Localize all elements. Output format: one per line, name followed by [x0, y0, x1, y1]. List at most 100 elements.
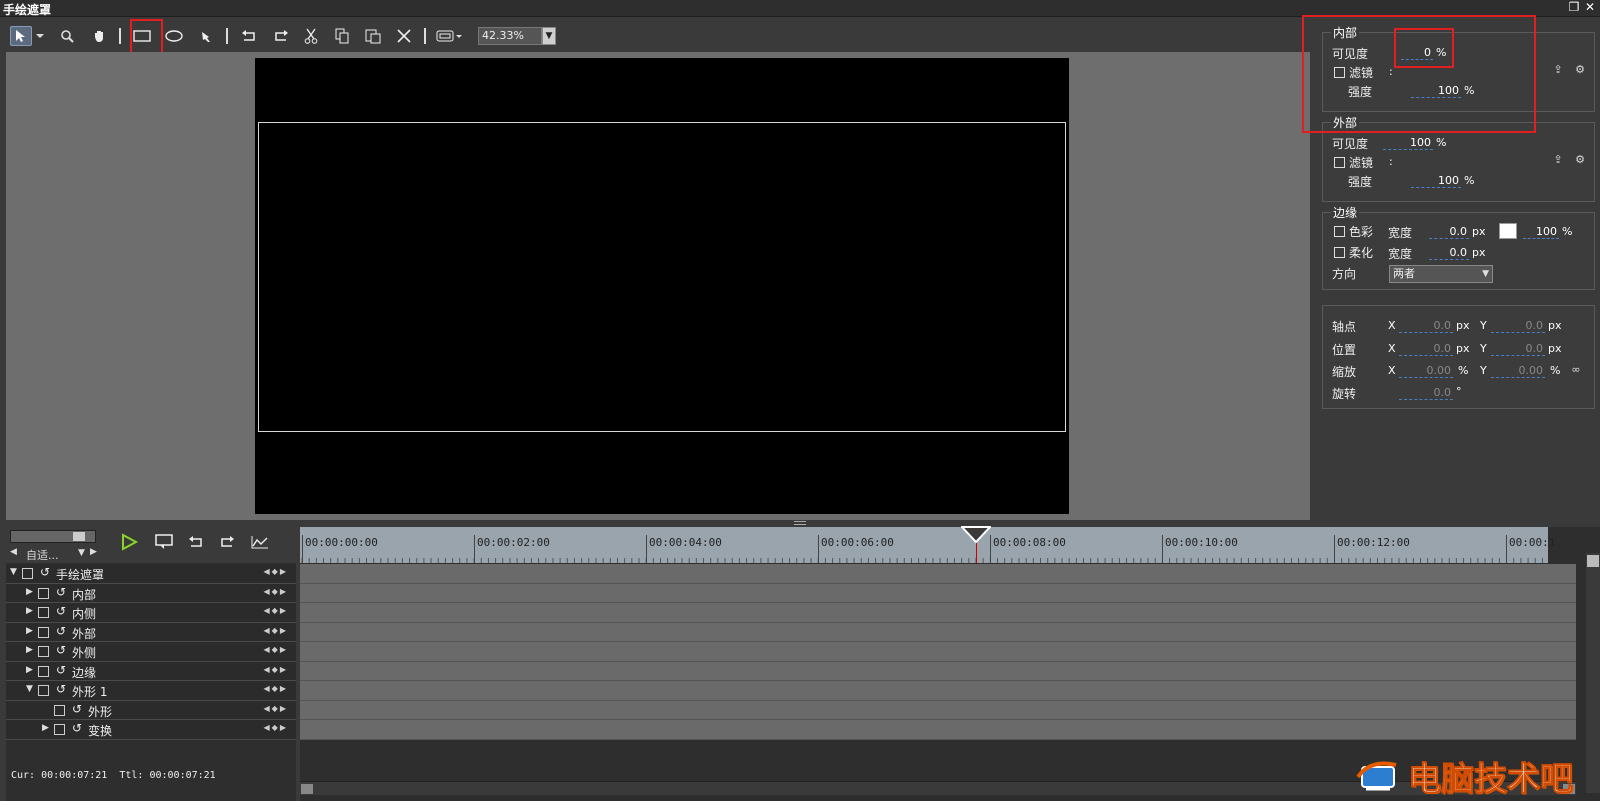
- preview-canvas[interactable]: [255, 58, 1069, 514]
- keyframe-lane[interactable]: [300, 564, 1576, 584]
- reset-icon[interactable]: ↺: [72, 702, 82, 716]
- chevron-down-icon[interactable]: [34, 26, 46, 46]
- track-row[interactable]: ↺ 外形 ◀◆▶: [6, 700, 296, 720]
- track-row[interactable]: ▶ ↺ 内侧 ◀◆▶: [6, 603, 296, 623]
- view-mode-icon[interactable]: [434, 26, 464, 46]
- scroll-left-button[interactable]: [301, 784, 313, 794]
- expand-right-icon[interactable]: ▶: [26, 665, 33, 675]
- scale-x-value[interactable]: 0.00: [1399, 364, 1453, 378]
- copy-icon[interactable]: [331, 26, 353, 46]
- splitter-grip[interactable]: [794, 521, 806, 525]
- position-y-value[interactable]: 0.0: [1491, 342, 1545, 356]
- edge-direction-select[interactable]: 两者 ▼: [1389, 265, 1493, 283]
- keyframe-nav-icon[interactable]: ◀◆▶: [264, 587, 288, 596]
- redo-icon[interactable]: [270, 26, 292, 46]
- track-checkbox[interactable]: [38, 665, 49, 677]
- edge-color-checkbox[interactable]: [1334, 226, 1345, 237]
- edge-opacity-value[interactable]: 100: [1523, 225, 1559, 239]
- keyframe-lane[interactable]: [300, 622, 1576, 642]
- keyframe-nav-icon[interactable]: ◀◆▶: [264, 567, 288, 576]
- keyframe-nav-icon[interactable]: ◀◆▶: [264, 665, 288, 674]
- time-ruler[interactable]: 00:00:00:00 00:00:02:00 00:00:04:00 00:00:0…: [300, 527, 1555, 563]
- reset-icon[interactable]: ↺: [56, 624, 66, 638]
- vertical-scrollbar[interactable]: [1586, 553, 1600, 793]
- position-x-value[interactable]: 0.0: [1399, 342, 1453, 356]
- mask-rectangle-shape[interactable]: [258, 122, 1066, 432]
- track-checkbox[interactable]: [38, 607, 49, 618]
- rectangle-icon[interactable]: [131, 26, 153, 46]
- edge-soft-checkbox[interactable]: [1334, 247, 1345, 258]
- preview-icon[interactable]: [153, 532, 175, 552]
- track-checkbox[interactable]: [54, 724, 65, 735]
- keyframe-nav-icon[interactable]: ◀◆▶: [264, 704, 288, 713]
- track-checkbox[interactable]: [38, 646, 49, 657]
- cut-icon[interactable]: [300, 26, 322, 46]
- zoom-mode-select[interactable]: ◀ 自适... ▼ ▶: [10, 547, 97, 562]
- keyframe-nav-icon[interactable]: ◀◆▶: [264, 684, 288, 693]
- track-row[interactable]: ▶ ↺ 变换 ◀◆▶: [6, 720, 296, 740]
- chevron-left-icon[interactable]: ◀: [10, 547, 17, 557]
- outer-visibility-value[interactable]: 100: [1383, 136, 1433, 150]
- expand-right-icon[interactable]: ▶: [26, 587, 33, 597]
- export-icon[interactable]: ⇪: [1551, 63, 1565, 77]
- close-icon[interactable]: ✕: [1584, 0, 1596, 14]
- paste-icon[interactable]: [362, 26, 384, 46]
- redo-icon[interactable]: [216, 532, 238, 552]
- export-icon[interactable]: ⇪: [1551, 153, 1565, 167]
- keyframe-lane[interactable]: [300, 583, 1576, 603]
- keyframe-lane[interactable]: [300, 661, 1576, 681]
- zoom-level-input[interactable]: 42.33%: [478, 27, 542, 45]
- chevron-right-icon[interactable]: ▶: [90, 547, 97, 557]
- hand-icon[interactable]: [88, 26, 110, 46]
- expand-down-icon[interactable]: ▼: [26, 684, 33, 694]
- reset-icon[interactable]: ↺: [40, 565, 50, 579]
- undo-icon[interactable]: [185, 532, 207, 552]
- track-checkbox[interactable]: [38, 626, 49, 638]
- chevron-down-icon[interactable]: ▼: [78, 548, 85, 558]
- track-checkbox[interactable]: [38, 587, 49, 599]
- graph-icon[interactable]: [249, 532, 271, 552]
- track-row[interactable]: ▼ ↺ 外形 1 ◀◆▶: [6, 681, 296, 701]
- slider-thumb[interactable]: [73, 532, 85, 541]
- keyframe-lane[interactable]: [300, 720, 1576, 740]
- inner-strength-value[interactable]: 100: [1411, 84, 1461, 98]
- track-checkbox[interactable]: [54, 704, 65, 716]
- select-arrow-icon[interactable]: [10, 26, 32, 46]
- ellipse-icon[interactable]: [163, 26, 185, 46]
- keyframe-lane[interactable]: [300, 700, 1576, 720]
- track-row[interactable]: ▶ ↺ 外部 ◀◆▶: [6, 622, 296, 642]
- playhead-marker-icon[interactable]: [961, 526, 991, 544]
- expand-right-icon[interactable]: ▶: [26, 626, 33, 636]
- zoom-icon[interactable]: [56, 26, 78, 46]
- delete-icon[interactable]: [393, 26, 415, 46]
- timeline-zoom-slider[interactable]: [10, 530, 96, 543]
- keyframe-lanes[interactable]: [300, 564, 1576, 740]
- track-row[interactable]: ▼ ↺ 手绘遮罩 ◀◆▶: [6, 564, 296, 584]
- scroll-up-button[interactable]: [1587, 555, 1599, 567]
- reset-icon[interactable]: ↺: [56, 585, 66, 599]
- track-row[interactable]: ▶ ↺ 内部 ◀◆▶: [6, 583, 296, 603]
- anchor-y-value[interactable]: 0.0: [1491, 319, 1545, 333]
- settings-icon[interactable]: ⚙: [1573, 153, 1587, 167]
- panel-splitter[interactable]: [0, 520, 1600, 527]
- keyframe-nav-icon[interactable]: ◀◆▶: [264, 723, 288, 732]
- reset-icon[interactable]: ↺: [56, 682, 66, 696]
- keyframe-lane[interactable]: [300, 603, 1576, 623]
- edge-color-swatch[interactable]: [1499, 223, 1517, 239]
- keyframe-lane[interactable]: [300, 642, 1576, 662]
- track-checkbox[interactable]: [38, 685, 49, 696]
- scale-y-value[interactable]: 0.00: [1491, 364, 1545, 378]
- expand-down-icon[interactable]: ▼: [10, 567, 17, 577]
- link-icon[interactable]: ∞: [1567, 363, 1585, 377]
- reset-icon[interactable]: ↺: [56, 604, 66, 618]
- zoom-dropdown-button[interactable]: ▼: [542, 27, 556, 45]
- keyframe-nav-icon[interactable]: ◀◆▶: [264, 606, 288, 615]
- settings-icon[interactable]: ⚙: [1573, 63, 1587, 77]
- play-icon[interactable]: [118, 532, 140, 552]
- preview-viewer[interactable]: [6, 52, 1310, 520]
- expand-right-icon[interactable]: ▶: [42, 723, 49, 733]
- outer-filter-checkbox[interactable]: [1334, 157, 1345, 168]
- restore-icon[interactable]: ❐: [1568, 0, 1580, 14]
- track-row[interactable]: ▶ ↺ 边缘 ◀◆▶: [6, 661, 296, 681]
- undo-icon[interactable]: [238, 26, 260, 46]
